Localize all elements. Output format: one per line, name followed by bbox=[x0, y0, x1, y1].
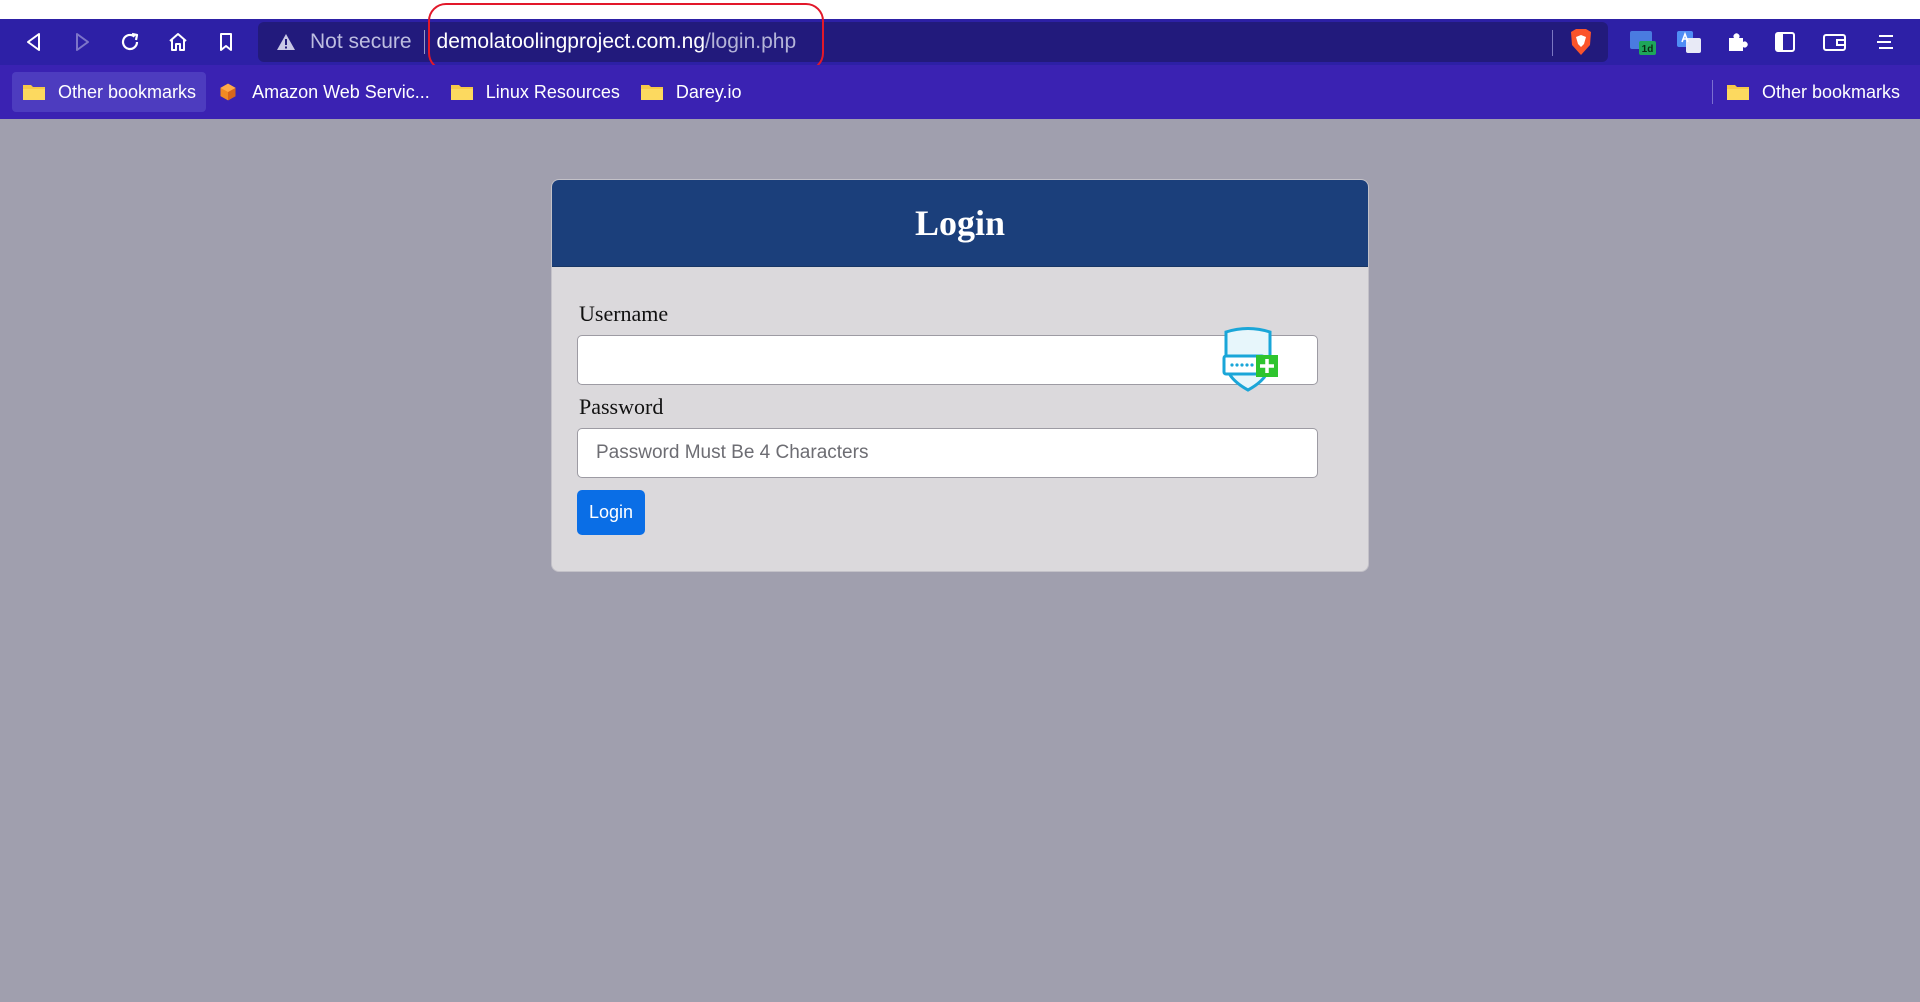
menu-icon bbox=[1877, 35, 1893, 49]
back-button[interactable] bbox=[10, 19, 58, 65]
bookmark-label: Other bookmarks bbox=[58, 81, 197, 102]
bookmark-label: Darey.io bbox=[675, 81, 742, 102]
address-separator bbox=[423, 30, 425, 54]
extensions-button[interactable] bbox=[1722, 27, 1752, 57]
forward-button[interactable] bbox=[58, 19, 106, 65]
address-bar-divider bbox=[1552, 30, 1553, 56]
bookmark-darey-io[interactable]: Darey.io bbox=[630, 72, 752, 112]
folder-icon bbox=[1726, 85, 1749, 100]
bookmark-label: Other bookmarks bbox=[1761, 81, 1900, 102]
extensions-puzzle-icon bbox=[1729, 33, 1748, 51]
window-top-strip bbox=[0, 0, 1920, 19]
translate-icon bbox=[1677, 31, 1701, 53]
warning-triangle-icon bbox=[277, 34, 295, 50]
folder-icon bbox=[450, 85, 473, 100]
back-triangle-icon bbox=[27, 33, 40, 51]
sidebar-button[interactable] bbox=[1770, 27, 1800, 57]
bookmark-other-bookmarks[interactable]: Other bookmarks bbox=[12, 72, 207, 112]
wallet-icon bbox=[1823, 34, 1846, 51]
url-path: /login.php bbox=[705, 30, 797, 53]
bookmark-other-bookmarks-right[interactable]: Other bookmarks bbox=[1716, 72, 1910, 112]
bookmarks-divider bbox=[1712, 80, 1713, 104]
calendar-1d-icon: 1d bbox=[1630, 31, 1656, 55]
calendar-badge: 1d bbox=[1642, 44, 1654, 55]
address-bar[interactable]: Not secure demolatoolingproject.com.ng/l… bbox=[258, 22, 1608, 62]
password-label: Password bbox=[579, 394, 664, 419]
password-input[interactable] bbox=[577, 428, 1318, 478]
bookmark-icon bbox=[220, 33, 232, 51]
security-status-label[interactable]: Not secure bbox=[310, 30, 412, 54]
login-panel-header: Login bbox=[552, 180, 1368, 267]
home-icon bbox=[169, 33, 187, 51]
bookmark-linux-resources[interactable]: Linux Resources bbox=[440, 72, 630, 112]
calendar-extension[interactable]: 1d bbox=[1628, 27, 1658, 57]
bookmark-page-button[interactable] bbox=[202, 19, 250, 65]
menu-button[interactable] bbox=[1870, 27, 1900, 57]
reload-button[interactable] bbox=[106, 19, 154, 65]
username-input[interactable] bbox=[577, 335, 1318, 385]
login-panel: Login Username Password Login bbox=[551, 179, 1369, 572]
bookmark-aws[interactable]: Amazon Web Servic... bbox=[206, 72, 440, 112]
bookmark-label: Linux Resources bbox=[485, 81, 620, 102]
translate-extension[interactable] bbox=[1674, 27, 1704, 57]
login-title: Login bbox=[914, 203, 1006, 243]
url-text[interactable]: demolatoolingproject.com.ng/login.php bbox=[437, 30, 797, 54]
folder-icon bbox=[640, 85, 663, 100]
aws-cube-icon bbox=[220, 83, 236, 101]
password-manager-icon[interactable] bbox=[1216, 326, 1280, 392]
username-label: Username bbox=[579, 301, 669, 326]
folder-icon bbox=[23, 85, 45, 100]
home-button[interactable] bbox=[154, 19, 202, 65]
login-button[interactable]: Login bbox=[577, 490, 645, 535]
forward-triangle-icon bbox=[76, 33, 89, 51]
bookmark-label: Amazon Web Servic... bbox=[252, 81, 430, 102]
wallet-button[interactable] bbox=[1820, 27, 1850, 57]
url-host: demolatoolingproject.com.ng bbox=[436, 30, 706, 53]
brave-shields-icon[interactable] bbox=[1568, 27, 1594, 57]
bookmarks-bar: Other bookmarks Amazon Web Servic... Lin… bbox=[0, 65, 1920, 119]
reload-icon bbox=[121, 32, 139, 51]
sidebar-icon bbox=[1775, 32, 1795, 52]
